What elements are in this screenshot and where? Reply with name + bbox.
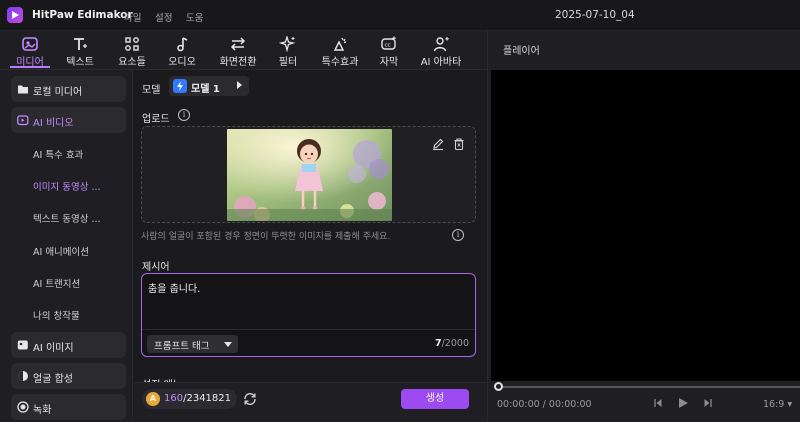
prompt-text[interactable]: 춤을 춥니다.: [148, 280, 200, 295]
timeline-track[interactable]: [496, 386, 800, 388]
upload-hint: 사람의 얼굴이 포함된 경우 정면이 뚜렷한 이미지를 제출해 주세요.: [141, 232, 391, 242]
hint-info-icon[interactable]: i: [452, 229, 464, 241]
play-icon[interactable]: [677, 397, 689, 409]
sidebar-item-face-swap[interactable]: 얼굴 합성: [11, 363, 126, 389]
model-label: 모델: [142, 85, 161, 96]
credits-used: 160: [164, 393, 184, 404]
tab-media[interactable]: 미디어: [8, 33, 52, 69]
previous-frame-icon[interactable]: [653, 397, 663, 409]
menu-file[interactable]: 파일: [124, 10, 141, 24]
upload-label: 업로드: [142, 114, 170, 125]
credits-total: /2341821: [183, 393, 231, 404]
trash-icon[interactable]: [452, 137, 466, 151]
coin-icon: A: [146, 392, 160, 406]
menu-help[interactable]: 도움: [186, 10, 203, 24]
model-selector[interactable]: 모델 1: [169, 76, 249, 96]
prompt-input[interactable]: 춤을 춥니다. 프롬프트 태그 7/2000: [141, 273, 476, 357]
info-icon[interactable]: i: [178, 109, 190, 121]
tab-effects[interactable]: 특수효과: [314, 33, 366, 69]
char-counter: 7/2000: [434, 338, 469, 349]
elements-icon: [125, 37, 139, 51]
video-preview[interactable]: [491, 70, 800, 381]
ai-image-icon: [17, 340, 28, 350]
face-swap-icon: [18, 371, 28, 381]
sidebar-sub-ai-animation[interactable]: AI 애니메이션: [33, 244, 89, 258]
sidebar-sub-my-creations[interactable]: 나의 창작물: [33, 308, 80, 322]
tab-ai-avatar[interactable]: AI 아바타: [413, 33, 469, 69]
sidebar-item-local-media[interactable]: 로컬 미디어: [11, 76, 126, 102]
uploaded-image-preview: [227, 129, 392, 221]
upload-dropzone[interactable]: [141, 126, 476, 223]
folder-icon: [18, 85, 28, 94]
ai-video-panel: 모델 모델 1 업로드 i 사람의 얼굴이 포함된 경우 정면이 뚜렷한 이미지…: [134, 70, 487, 422]
tool-tabs: 미디어 텍스트 요소들 오디오 화면전환 필터 특수효과 cc 자막 AI 아바…: [0, 31, 487, 70]
subtitle-icon: cc: [381, 36, 396, 50]
caret-right-icon: [237, 81, 242, 89]
sidebar-item-ai-video[interactable]: AI 비디오: [11, 107, 126, 133]
audio-icon: [177, 37, 188, 52]
prompt-tag-dropdown[interactable]: 프롬프트 태그: [147, 335, 238, 353]
tab-filter[interactable]: 필터: [270, 33, 306, 69]
chevron-down-icon: [224, 342, 232, 347]
app-logo-icon: [7, 7, 23, 23]
tab-text[interactable]: 텍스트: [58, 33, 102, 69]
aspect-ratio-dropdown[interactable]: 16:9 ▾: [763, 399, 792, 410]
ai-video-icon: [17, 115, 29, 126]
tab-elements[interactable]: 요소들: [110, 33, 154, 69]
credits-display: A 160/2341821: [142, 389, 237, 409]
next-frame-icon[interactable]: [703, 397, 713, 409]
tab-transition[interactable]: 화면전환: [211, 33, 265, 69]
menu-settings[interactable]: 설정: [155, 10, 172, 24]
tab-audio[interactable]: 오디오: [160, 33, 204, 69]
ai-avatar-icon: [433, 37, 449, 52]
player-title: 플레이어: [503, 46, 540, 57]
sidebar-item-ai-image[interactable]: AI 이미지: [11, 332, 126, 358]
media-icon: [22, 37, 38, 51]
playhead-handle[interactable]: [494, 382, 503, 391]
prompt-label: 제시어: [142, 262, 170, 273]
title-bar: HitPaw Edimakor 파일 설정 도움 2025-07-10_04: [0, 0, 800, 31]
active-tab-indicator: [10, 66, 50, 68]
sidebar-item-record[interactable]: 녹화: [11, 394, 126, 420]
document-title: 2025-07-10_04: [555, 9, 635, 21]
generate-bar: A 160/2341821 생성: [134, 382, 487, 422]
text-icon: [74, 38, 87, 50]
player-panel: 플레이어 00:00:00 / 00:00:00 16:9 ▾: [487, 31, 800, 422]
filter-icon: [279, 36, 296, 52]
transition-icon: [230, 37, 246, 51]
prompt-divider: [142, 329, 475, 330]
app-title: HitPaw Edimakor: [32, 9, 133, 21]
sidebar-sub-ai-effects[interactable]: AI 특수 효과: [33, 147, 83, 161]
generate-button[interactable]: 생성: [401, 389, 469, 409]
sidebar-sub-text-to-video[interactable]: 텍스트 동영상 ...: [33, 211, 101, 225]
record-icon: [17, 401, 29, 413]
timecode: 00:00:00 / 00:00:00: [497, 399, 592, 410]
tab-subtitle[interactable]: cc 자막: [371, 33, 407, 69]
effects-icon: [333, 37, 347, 51]
sidebar: 로컬 미디어 AI 비디오 AI 특수 효과 이미지 동영상 ... 텍스트 동…: [0, 70, 133, 422]
svg-text:cc: cc: [385, 43, 391, 49]
sidebar-sub-image-to-video[interactable]: 이미지 동영상 ...: [33, 179, 101, 193]
refresh-icon[interactable]: [242, 391, 258, 407]
lightning-icon: [173, 79, 187, 93]
sidebar-sub-ai-transition[interactable]: AI 트랜지션: [33, 276, 80, 290]
edit-icon[interactable]: [431, 137, 445, 151]
